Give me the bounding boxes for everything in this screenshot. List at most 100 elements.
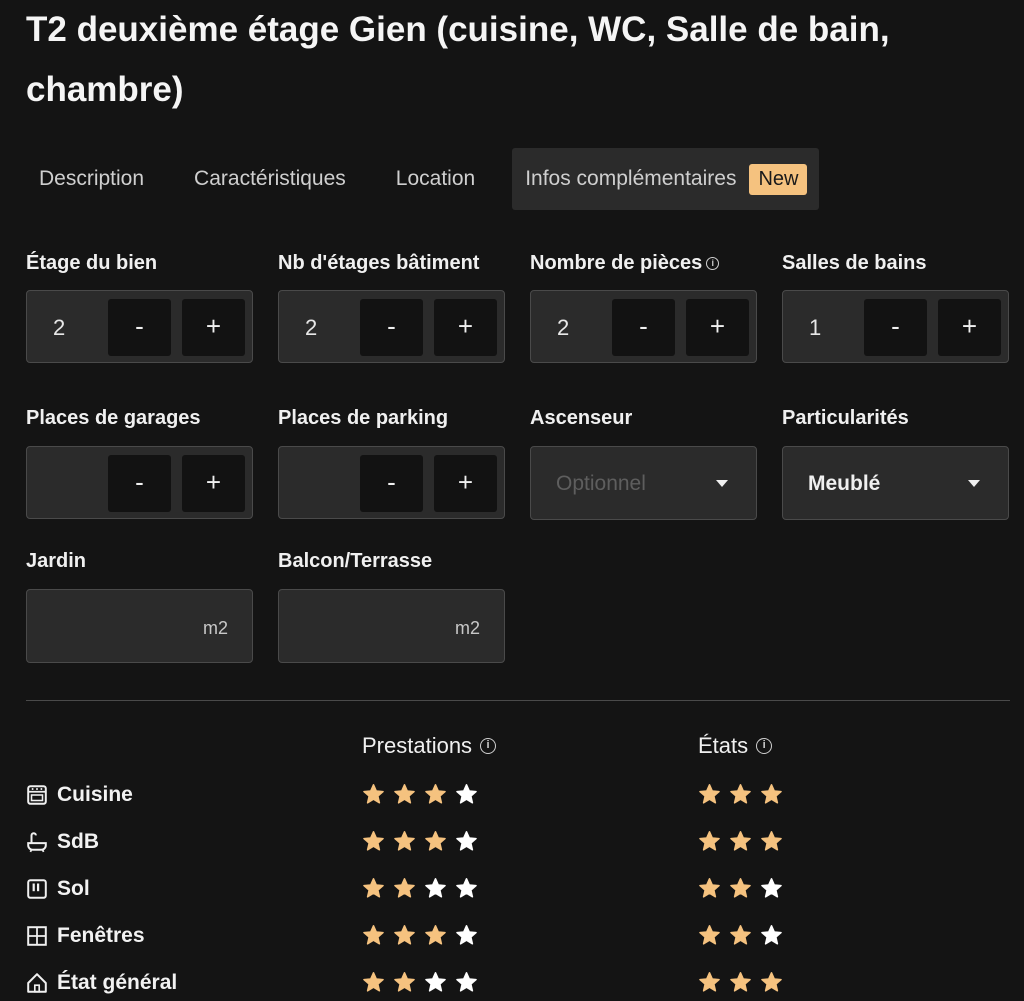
star-icon[interactable]	[362, 877, 385, 900]
unit-label: m2	[202, 618, 228, 638]
rating-row-text: Sol	[57, 877, 90, 900]
tab-infos-complementaires[interactable]: Infos complémentaires New	[512, 148, 820, 210]
particularites-label: Particularités	[782, 407, 909, 429]
etats-stars	[698, 877, 791, 900]
star-icon[interactable]	[455, 971, 478, 994]
unit-label: m2	[454, 618, 480, 638]
increment-button[interactable]: +	[182, 299, 245, 356]
etage-label: Étage du bien	[26, 252, 158, 274]
star-icon[interactable]	[729, 783, 752, 806]
info-icon[interactable]: i	[480, 738, 497, 754]
nb-etages-value[interactable]: 2	[305, 291, 317, 364]
prestations-header: Prestations i	[362, 733, 497, 759]
star-icon[interactable]	[729, 877, 752, 900]
ascenseur-select[interactable]: Optionnel	[530, 446, 757, 520]
etats-stars	[698, 924, 791, 947]
decrement-button[interactable]: -	[612, 299, 675, 356]
rating-row-label: Sol	[26, 877, 90, 901]
star-icon[interactable]	[455, 924, 478, 947]
star-icon[interactable]	[424, 971, 447, 994]
garages-stepper: - +	[26, 446, 253, 519]
increment-button[interactable]: +	[938, 299, 1001, 356]
prestations-stars	[362, 971, 486, 994]
ascenseur-label: Ascenseur	[530, 407, 633, 429]
garages-label: Places de garages	[26, 407, 201, 429]
star-icon[interactable]	[729, 971, 752, 994]
star-icon[interactable]	[393, 971, 416, 994]
star-icon[interactable]	[455, 783, 478, 806]
pieces-value[interactable]: 2	[557, 291, 569, 364]
rating-row-label: Fenêtres	[26, 924, 145, 948]
decrement-button[interactable]: -	[360, 455, 423, 512]
sdb-value[interactable]: 1	[809, 291, 821, 364]
star-icon[interactable]	[760, 830, 783, 853]
balcon-label: Balcon/Terrasse	[278, 550, 433, 572]
prestations-header-text: Prestations	[362, 733, 473, 758]
star-icon[interactable]	[424, 924, 447, 947]
star-icon[interactable]	[393, 830, 416, 853]
tab-bar: Description Caractéristiques Location In…	[26, 148, 820, 210]
tab-label: Infos complémentaires	[525, 167, 737, 190]
caret-down-icon	[716, 480, 728, 487]
decrement-button[interactable]: -	[360, 299, 423, 356]
star-icon[interactable]	[760, 877, 783, 900]
tab-description[interactable]: Description	[26, 148, 157, 210]
info-icon[interactable]: i	[756, 738, 773, 754]
pieces-label-text: Nombre de pièces	[530, 252, 703, 274]
etage-value[interactable]: 2	[53, 291, 65, 364]
increment-button[interactable]: +	[434, 455, 497, 512]
section-divider	[26, 700, 1010, 701]
decrement-button[interactable]: -	[864, 299, 927, 356]
pieces-label: Nombre de pièces i	[530, 252, 720, 275]
star-icon[interactable]	[424, 783, 447, 806]
particularites-select[interactable]: Meublé	[782, 446, 1009, 520]
rating-row-text: Fenêtres	[57, 924, 145, 947]
oven-icon	[27, 785, 47, 805]
nb-etages-label: Nb d'étages bâtiment	[278, 252, 480, 274]
star-icon[interactable]	[760, 924, 783, 947]
sdb-label: Salles de bains	[782, 252, 927, 274]
star-icon[interactable]	[393, 783, 416, 806]
increment-button[interactable]: +	[434, 299, 497, 356]
etats-stars	[698, 830, 791, 853]
tab-caracteristiques[interactable]: Caractéristiques	[181, 148, 359, 210]
etats-header-text: États	[698, 733, 749, 758]
page-title: T2 deuxième étage Gien (cuisine, WC, Sal…	[26, 10, 890, 109]
prestations-stars	[362, 783, 486, 806]
star-icon[interactable]	[698, 877, 721, 900]
star-icon[interactable]	[760, 971, 783, 994]
star-icon[interactable]	[362, 830, 385, 853]
pieces-stepper: 2 - +	[530, 290, 757, 363]
star-icon[interactable]	[455, 830, 478, 853]
tab-location[interactable]: Location	[383, 148, 488, 210]
bathtub-icon	[27, 832, 47, 853]
star-icon[interactable]	[698, 830, 721, 853]
star-icon[interactable]	[362, 924, 385, 947]
increment-button[interactable]: +	[182, 455, 245, 512]
nb-etages-stepper: 2 - +	[278, 290, 505, 363]
star-icon[interactable]	[698, 924, 721, 947]
star-icon[interactable]	[729, 830, 752, 853]
etats-header: États i	[698, 733, 773, 759]
increment-button[interactable]: +	[686, 299, 749, 356]
star-icon[interactable]	[455, 877, 478, 900]
jardin-input[interactable]: m2	[26, 589, 253, 663]
star-icon[interactable]	[362, 971, 385, 994]
rating-row-label: État général	[26, 971, 177, 995]
star-icon[interactable]	[362, 783, 385, 806]
balcon-input[interactable]: m2	[278, 589, 505, 663]
star-icon[interactable]	[393, 877, 416, 900]
star-icon[interactable]	[729, 924, 752, 947]
decrement-button[interactable]: -	[108, 299, 171, 356]
star-icon[interactable]	[760, 783, 783, 806]
etats-stars	[698, 783, 791, 806]
prestations-stars	[362, 877, 486, 900]
star-icon[interactable]	[698, 783, 721, 806]
prestations-stars	[362, 924, 486, 947]
info-icon[interactable]: i	[706, 257, 720, 271]
decrement-button[interactable]: -	[108, 455, 171, 512]
star-icon[interactable]	[424, 830, 447, 853]
star-icon[interactable]	[393, 924, 416, 947]
star-icon[interactable]	[698, 971, 721, 994]
star-icon[interactable]	[424, 877, 447, 900]
